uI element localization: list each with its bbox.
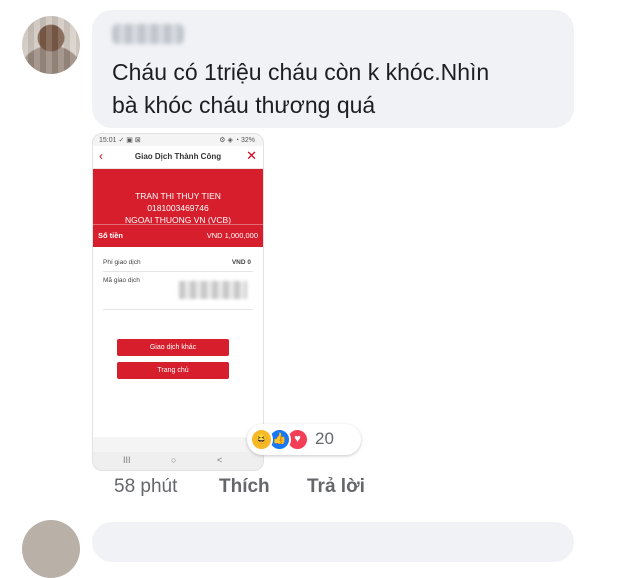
reply-button[interactable]: Trả lời [307,476,365,498]
next-comment-bubble [92,522,574,562]
haha-icon: 😆 [250,428,273,451]
recipient-name: TRAN THI THUY TIEN [135,191,221,201]
transaction-code-blurred [179,281,247,299]
transfer-screenshot[interactable]: 15:01 ✓ ▣ ⊠ ⚙ ◈ ◔ 32% ‹ Giao Dịch Thành … [92,133,264,471]
amount-value: VND 1,000,000 [206,231,258,240]
amount-label: Số tiền [98,231,124,240]
home-icon: ○ [171,455,177,465]
reaction-count: 20 [315,429,334,448]
app-title: Giao Dịch Thành Công [134,152,222,161]
commenter-avatar[interactable] [22,16,80,74]
code-label: Mã giao dịch [103,277,140,284]
status-right: ⚙ ◈ ◔ 32% [219,137,255,144]
close-icon: ✕ [246,148,257,163]
commenter-name-blurred[interactable] [112,24,184,44]
phone-status-bar: 15:01 ✓ ▣ ⊠ ⚙ ◈ ◔ 32% [93,134,263,146]
home-button: Trang chủ [117,362,229,379]
fee-row: Phí giao dịch VND 0 [103,259,253,266]
comment-time[interactable]: 58 phút [114,476,177,498]
like-button[interactable]: Thích [219,476,270,498]
comment-text: Cháu có 1triệu cháu còn k khóc.Nhìn bà k… [112,59,490,118]
app-header: ‹ Giao Dịch Thành Công ✕ [93,146,263,169]
phone-nav-bar: III ○ < [93,452,263,470]
fee-label: Phí giao dịch [103,259,141,266]
reaction-summary[interactable]: 😆 👍 ♥ 20 [247,424,361,455]
comment-bubble: Cháu có 1triệu cháu còn k khóc.Nhìn bà k… [92,10,574,128]
other-transaction-button: Giao dịch khác [117,339,229,356]
next-commenter-avatar[interactable] [22,520,80,578]
avatar-blur [22,16,80,74]
status-left: 15:01 ✓ ▣ ⊠ [99,137,141,144]
divider [103,271,253,272]
transfer-details: Phí giao dịch VND 0 Mã giao dịch Giao dị… [93,247,263,437]
recent-apps-icon: III [123,455,131,465]
fee-value: VND 0 [231,259,251,266]
account-number: 0181003469746 [147,203,209,213]
divider [103,309,253,310]
amount-row: Số tiền VND 1,000,000 [93,224,263,248]
back-nav-icon: < [217,455,223,465]
